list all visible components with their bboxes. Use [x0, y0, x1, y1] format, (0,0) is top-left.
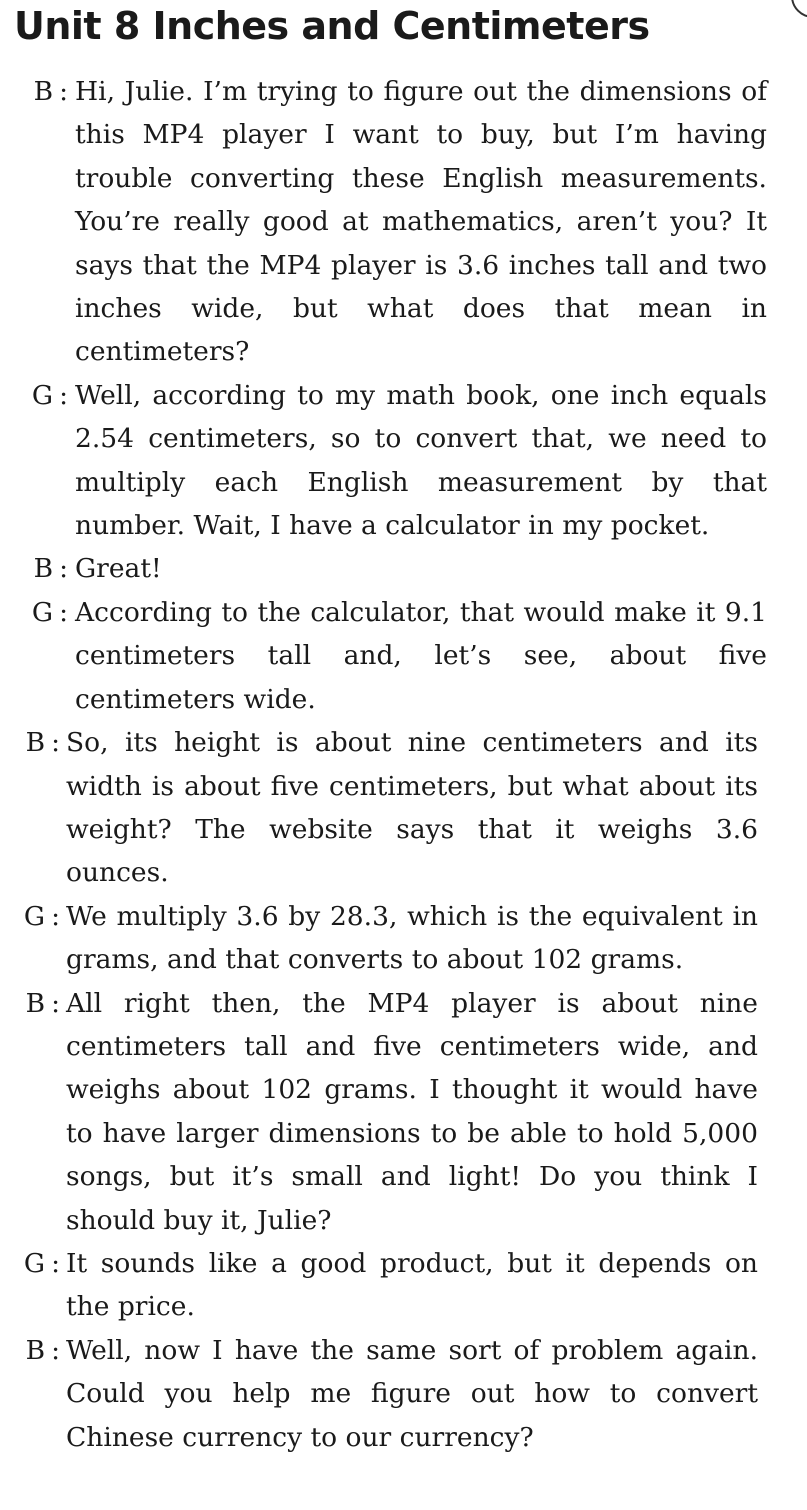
utterance-text: Well, according to my math book, one inc… [75, 379, 767, 542]
dialogue-turn: B: Hi, Julie. I’m trying to figure out t… [0, 70, 807, 374]
corner-decoration [791, 0, 807, 18]
speaker-label: G: [31, 596, 68, 628]
dialogue-turn: B: So, its height is about nine centimet… [0, 721, 807, 895]
dialogue-turn: G: We multiply 3.6 by 28.3, which is the… [0, 895, 807, 982]
speaker-label: G: [31, 379, 68, 411]
dialogue-turn: B: Well, now I have the same sort of pro… [0, 1329, 807, 1459]
utterance-text: All right then, the MP4 player is about … [66, 987, 758, 1236]
dialogue-turn: B: All right then, the MP4 player is abo… [0, 982, 807, 1242]
dialogue-turn: G: Well, according to my math book, one … [0, 374, 807, 548]
speaker-label: B: [33, 553, 68, 585]
speaker-label: B: [25, 727, 60, 759]
speaker-label: G: [23, 1247, 60, 1279]
utterance-text: It sounds like a good product, but it de… [66, 1247, 758, 1323]
utterance-text: Great! [75, 553, 162, 585]
speaker-label: B: [25, 987, 60, 1019]
dialogue-turn: G: It sounds like a good product, but it… [0, 1242, 807, 1329]
speaker-label: B: [25, 1334, 60, 1366]
dialogue: B: Hi, Julie. I’m trying to figure out t… [0, 70, 807, 1459]
unit-title: Unit 8 Inches and Centimeters [14, 4, 650, 48]
utterance-text: Hi, Julie. I’m trying to figure out the … [75, 76, 767, 368]
page: Unit 8 Inches and Centimeters B: Hi, Jul… [0, 0, 807, 1510]
dialogue-turn: B: Great! [0, 547, 807, 590]
speaker-label: G: [23, 900, 60, 932]
dialogue-turn: G: According to the calculator, that wou… [0, 591, 807, 721]
utterance-text: So, its height is about nine centimeters… [66, 727, 758, 889]
utterance-text: According to the calculator, that would … [75, 596, 767, 715]
utterance-text: We multiply 3.6 by 28.3, which is the eq… [66, 900, 758, 976]
speaker-label: B: [33, 76, 68, 107]
utterance-text: Well, now I have the same sort of proble… [66, 1334, 758, 1453]
